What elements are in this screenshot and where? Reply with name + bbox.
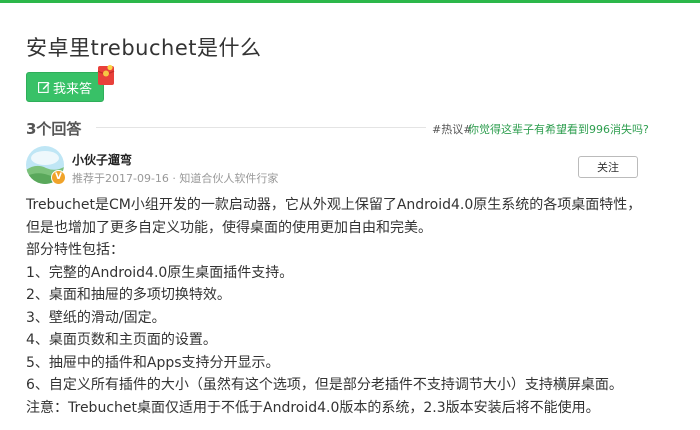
follow-button[interactable]: 关注 <box>578 156 638 178</box>
answer-paragraph: 4、桌面页数和主页面的设置。 <box>26 332 217 348</box>
verified-badge: V <box>51 170 66 185</box>
hot-topic-link[interactable]: 你觉得这辈子有希望看到996消失吗? <box>468 121 649 137</box>
answer-button-label: 我来答 <box>52 81 92 97</box>
author-name[interactable]: 小伙子遛弯 <box>72 151 132 168</box>
answer-paragraph: 注意：Trebuchet桌面仅适用于不低于Android4.0版本的系统，2.3… <box>26 399 600 416</box>
answer-page: 安卓里trebuchet是什么 我来答 3个回答 #热议# 你觉得这辈子有希望看… <box>0 0 700 430</box>
top-accent-bar <box>0 0 700 3</box>
hot-topic-tag: #热议# <box>432 123 473 136</box>
answer-paragraph: 2、桌面和抽屉的多项切换特效。 <box>26 287 231 303</box>
answer-paragraph: Trebuchet是CM小组开发的一款启动器，它从外观上保留了Android4.… <box>26 197 642 213</box>
pen-icon <box>38 82 50 93</box>
answer-paragraph: 部分特性包括： <box>26 242 124 258</box>
answer-paragraph: 6、自定义所有插件的大小（虽然有这个选项，但是部分老插件不支持调节大小）支持横屏… <box>26 377 623 393</box>
red-packet-icon[interactable] <box>95 64 117 86</box>
answer-button[interactable]: 我来答 <box>26 72 104 102</box>
answer-body: Trebuchet是CM小组开发的一款启动器，它从外观上保留了Android4.… <box>26 194 676 419</box>
answer-paragraph: 1、完整的Android4.0原生桌面插件支持。 <box>26 264 294 281</box>
answers-count: 3个回答 <box>26 120 82 138</box>
answer-paragraph: 3、壁纸的滑动/固定。 <box>26 309 166 326</box>
answer-paragraph: 但是也增加了更多自定义功能，使得桌面的使用更加自由和完美。 <box>26 219 432 236</box>
header-divider <box>96 127 426 128</box>
answer-paragraph: 5、抽屉中的插件和Apps支持分开显示。 <box>26 354 280 371</box>
question-title: 安卓里trebuchet是什么 <box>26 36 262 60</box>
author-meta: 推荐于2017-09-16 · 知道合伙人软件行家 <box>72 172 279 185</box>
